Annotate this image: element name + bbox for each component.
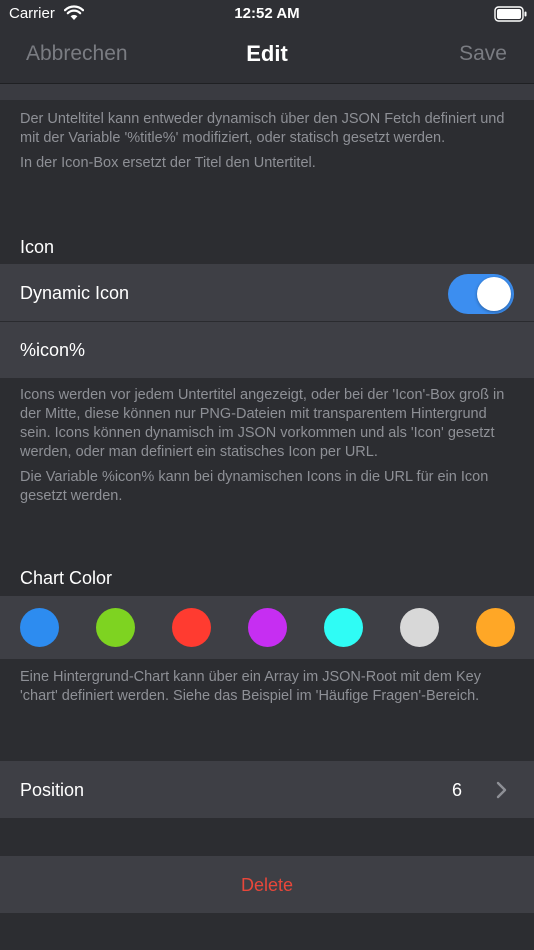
icon-footer-text-1: Icons werden vor jedem Untertitel angeze… <box>20 387 505 460</box>
delete-button[interactable]: Delete <box>0 856 534 913</box>
color-swatch-purple[interactable] <box>248 608 287 647</box>
color-swatch-green[interactable] <box>96 608 135 647</box>
delete-label: Delete <box>240 875 294 895</box>
position-label: Position <box>20 780 85 800</box>
icon-footer: Icons werden vor jedem Untertitel angeze… <box>20 386 516 506</box>
subtitle-footer-text-2: In der Icon-Box ersetzt der Titel den Un… <box>20 155 316 171</box>
dynamic-icon-row: Dynamic Icon <box>0 264 534 321</box>
position-value: 6 <box>451 780 462 800</box>
subtitle-footer: Der Unteltitel kann entweder dynamisch ü… <box>20 110 516 173</box>
navigation-bar: Abbrechen Edit Save <box>0 28 534 84</box>
icon-url-input[interactable]: %icon% <box>20 340 85 361</box>
dynamic-icon-label: Dynamic Icon <box>20 283 130 303</box>
icon-url-input-row[interactable]: %icon% <box>0 322 534 378</box>
color-swatch-red[interactable] <box>172 608 211 647</box>
color-swatch-orange[interactable] <box>476 608 515 647</box>
chart-color-footer: Eine Hintergrund-Chart kann über ein Arr… <box>20 668 516 706</box>
section-header-icon: Icon <box>20 237 55 257</box>
toggle-knob <box>477 277 511 311</box>
status-bar: Carrier 12:52 AM <box>0 0 534 28</box>
color-swatch-gray[interactable] <box>400 608 439 647</box>
section-header-chart-color: Chart Color <box>20 568 113 588</box>
icon-footer-text-2: Die Variable %icon% kann bei dynamischen… <box>20 469 489 504</box>
clock: 12:52 AM <box>234 5 300 22</box>
chevron-right-icon <box>496 781 507 799</box>
color-swatch-blue[interactable] <box>20 608 59 647</box>
chart-color-picker <box>0 596 534 659</box>
subtitle-cell-partial[interactable] <box>0 84 534 100</box>
battery-icon <box>494 6 527 22</box>
page-title: Edit <box>246 41 288 66</box>
color-swatch-cyan[interactable] <box>324 608 363 647</box>
save-button[interactable]: Save <box>459 42 507 66</box>
chart-color-footer-text: Eine Hintergrund-Chart kann über ein Arr… <box>20 669 481 704</box>
subtitle-footer-text-1: Der Unteltitel kann entweder dynamisch ü… <box>20 111 505 146</box>
position-row[interactable]: Position 6 <box>0 761 534 818</box>
dynamic-icon-toggle[interactable] <box>448 274 514 314</box>
